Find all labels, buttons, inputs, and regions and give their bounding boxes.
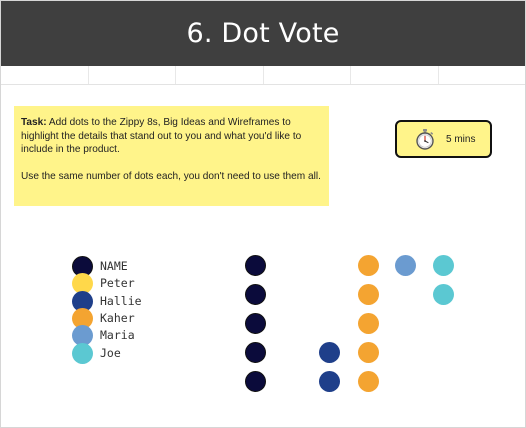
- vote-dot[interactable]: [319, 371, 340, 392]
- task-sticky-note[interactable]: Task: Add dots to the Zippy 8s, Big Idea…: [14, 106, 329, 206]
- slide-title: 6. Dot Vote: [1, 1, 525, 66]
- legend-name: Joe: [100, 345, 121, 360]
- task-note: Use the same number of dots each, you do…: [21, 171, 321, 182]
- vote-dot[interactable]: [319, 342, 340, 363]
- vote-dot[interactable]: [245, 371, 266, 392]
- participant-legend: NAME Peter Hallie Kaher Maria Joe: [72, 256, 142, 364]
- vote-dot[interactable]: [245, 313, 266, 334]
- vote-dot[interactable]: [358, 313, 379, 334]
- slide-canvas: 6. Dot Vote Task: Add dots to the Zippy …: [0, 0, 526, 428]
- vote-dot[interactable]: [395, 255, 416, 276]
- column-strip: [1, 66, 525, 85]
- legend-name: NAME: [100, 259, 128, 274]
- vote-dot[interactable]: [433, 284, 454, 305]
- column-cell: [351, 66, 439, 84]
- stopwatch-icon: [416, 129, 434, 150]
- column-cell: [176, 66, 264, 84]
- legend-name: Hallie: [100, 293, 142, 308]
- vote-dot[interactable]: [245, 284, 266, 305]
- vote-dot[interactable]: [358, 342, 379, 363]
- legend-name: Maria: [100, 328, 135, 343]
- vote-dot[interactable]: [358, 255, 379, 276]
- vote-dot[interactable]: [245, 255, 266, 276]
- legend-item: Maria: [72, 325, 142, 347]
- legend-name: Kaher: [100, 311, 135, 326]
- task-text: Add dots to the Zippy 8s, Big Ideas and …: [21, 117, 302, 155]
- timer-badge[interactable]: 5 mins: [395, 120, 492, 158]
- column-cell: [1, 66, 89, 84]
- vote-dot[interactable]: [433, 255, 454, 276]
- column-cell: [439, 66, 526, 84]
- legend-item: Peter: [72, 273, 142, 295]
- legend-name: Peter: [100, 276, 135, 291]
- task-label: Task:: [21, 117, 47, 128]
- vote-dot[interactable]: [358, 284, 379, 305]
- column-cell: [264, 66, 351, 84]
- column-cell: [89, 66, 176, 84]
- task-instructions: Task: Add dots to the Zippy 8s, Big Idea…: [21, 116, 322, 157]
- vote-dot[interactable]: [245, 342, 266, 363]
- legend-item: Joe: [72, 342, 142, 364]
- legend-dot[interactable]: [72, 342, 93, 364]
- vote-dot[interactable]: [358, 371, 379, 392]
- timer-label: 5 mins: [446, 133, 476, 145]
